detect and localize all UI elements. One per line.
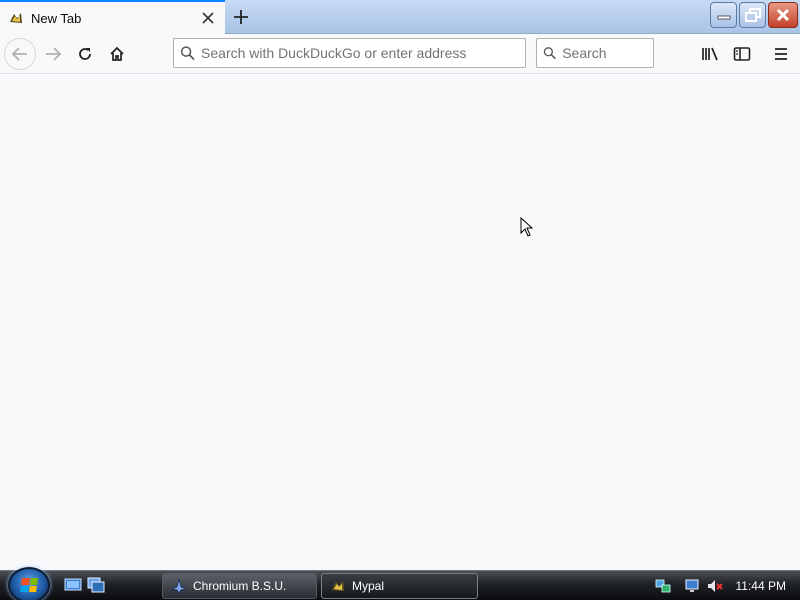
taskbar-item-chromium-bsu[interactable]: Chromium B.S.U. (162, 573, 317, 599)
back-arrow-icon (11, 47, 27, 61)
address-input[interactable] (201, 45, 525, 61)
network-icon[interactable] (654, 577, 672, 595)
tab-title: New Tab (31, 10, 82, 26)
restore-button[interactable] (739, 2, 766, 28)
switch-windows-icon[interactable] (87, 577, 105, 593)
menu-button[interactable] (765, 38, 797, 70)
reload-icon (79, 48, 91, 60)
mypal-icon (332, 581, 344, 591)
taskbar-item-mypal[interactable]: Mypal (321, 573, 478, 599)
new-tab-button[interactable] (229, 5, 253, 29)
taskbar-item-label: Chromium B.S.U. (193, 579, 287, 593)
system-tray: 11:44 PM (654, 571, 800, 600)
search-bar[interactable] (536, 38, 654, 68)
clock[interactable]: 11:44 PM (736, 579, 786, 593)
library-icon (702, 47, 718, 61)
minimize-icon (717, 15, 730, 20)
chromium-bsu-icon (171, 578, 187, 594)
reload-button[interactable] (69, 38, 101, 70)
back-button[interactable] (4, 38, 36, 70)
library-button[interactable] (694, 38, 726, 70)
mypal-icon (10, 13, 22, 23)
show-desktop-icon[interactable] (64, 577, 82, 593)
close-icon (776, 8, 790, 22)
menu-icon (775, 48, 787, 60)
restore-icon (744, 8, 761, 22)
search-icon (180, 46, 195, 61)
home-button[interactable] (101, 38, 133, 70)
taskbar-item-label: Mypal (352, 579, 385, 593)
window-controls (710, 2, 798, 28)
url-bar[interactable] (173, 38, 526, 68)
display-icon[interactable] (684, 577, 702, 595)
forward-arrow-icon (46, 47, 62, 61)
minimize-button[interactable] (710, 2, 737, 28)
home-icon (110, 46, 124, 61)
mouse-cursor-icon (520, 217, 534, 237)
sidebar-button[interactable] (726, 38, 758, 70)
taskbar: Chromium B.S.U. Mypal 11:44 PM (0, 567, 800, 600)
navigation-toolbar (0, 34, 800, 74)
search-input[interactable] (562, 45, 653, 61)
windows-logo-icon (20, 578, 38, 592)
volume-muted-icon[interactable] (706, 577, 724, 595)
page-content (0, 75, 800, 570)
plus-icon (234, 10, 248, 24)
forward-button[interactable] (37, 38, 69, 70)
tab-strip: New Tab (0, 0, 800, 34)
search-icon (543, 47, 556, 60)
close-window-button[interactable] (768, 2, 798, 28)
sidebar-icon (733, 47, 751, 61)
tab-new-tab[interactable]: New Tab (0, 0, 225, 34)
close-tab-button[interactable] (199, 9, 217, 27)
start-button[interactable] (8, 567, 50, 600)
close-icon (202, 12, 214, 24)
